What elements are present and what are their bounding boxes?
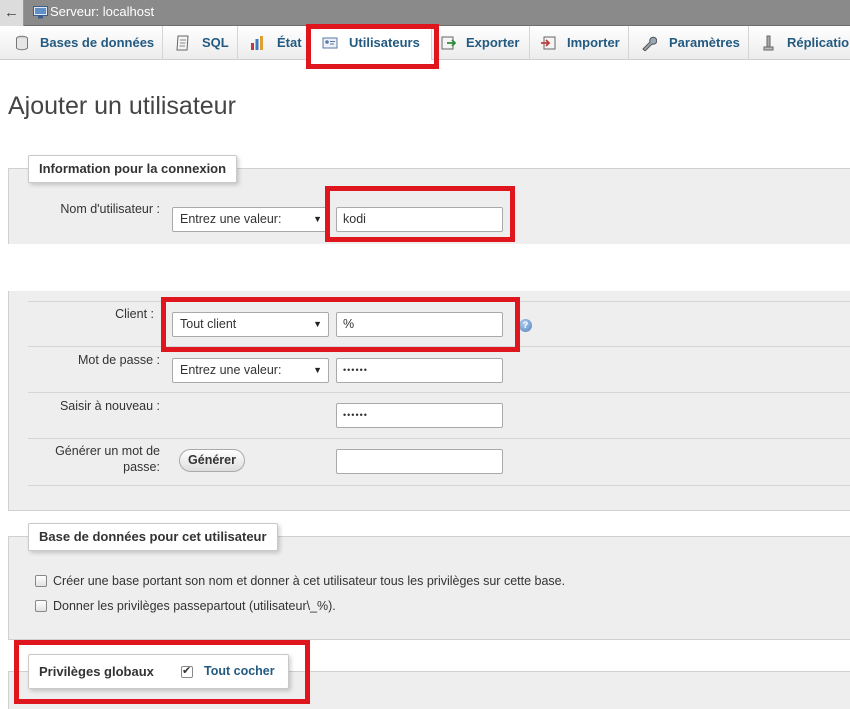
password-input[interactable]: ••••••: [336, 358, 503, 383]
database-legend: Base de données pour cet utilisateur: [28, 523, 278, 551]
check-all-checkbox[interactable]: [181, 664, 193, 678]
tab-export[interactable]: Exporter: [432, 26, 530, 60]
tab-label: Paramètres: [669, 35, 740, 50]
username-mode-select[interactable]: Entrez une valeur: ▼: [172, 207, 329, 232]
tab-status[interactable]: État: [238, 26, 311, 60]
tab-label: État: [277, 35, 302, 50]
username-label: Nom d'utilisateur :: [60, 202, 160, 216]
generate-password-button[interactable]: Générer: [179, 449, 245, 472]
tab-replication[interactable]: Réplication: [749, 26, 850, 60]
retype-label: Saisir à nouveau :: [59, 399, 160, 413]
select-value: Tout client: [180, 317, 237, 331]
tab-label: Exporter: [466, 35, 520, 50]
row-divider: [28, 392, 850, 393]
row-divider: [28, 438, 850, 439]
help-icon[interactable]: ?: [519, 319, 532, 332]
generate-label-line2: passe:: [123, 460, 160, 474]
database-fieldset: [8, 536, 850, 640]
server-icon: [33, 6, 48, 19]
tab-sql[interactable]: SQL: [163, 26, 238, 60]
login-legend: Information pour la connexion: [28, 155, 238, 183]
check-all-label[interactable]: Tout cocher: [204, 664, 275, 678]
retype-password-input[interactable]: ••••••: [336, 403, 503, 428]
tab-label: Utilisateurs: [349, 35, 420, 50]
generate-label-line1: Générer un mot de: [55, 444, 160, 458]
select-value: Entrez une valeur:: [180, 363, 282, 377]
wildcard-privileges-checkbox[interactable]: [35, 600, 47, 612]
select-value: Entrez une valeur:: [180, 212, 282, 226]
tab-label: SQL: [202, 35, 229, 50]
sql-icon: [176, 35, 189, 51]
username-input[interactable]: kodi: [336, 207, 503, 232]
wildcard-privileges-label: Donner les privilèges passepartout (util…: [53, 599, 336, 613]
tab-import[interactable]: Importer: [530, 26, 629, 60]
client-label: Client :: [115, 307, 154, 321]
password-label: Mot de passe :: [78, 353, 160, 367]
tab-settings[interactable]: Paramètres: [629, 26, 749, 60]
client-mode-select[interactable]: Tout client ▼: [172, 312, 329, 337]
generated-password-input[interactable]: [336, 449, 503, 474]
replication-icon: [763, 35, 774, 51]
generate-label: Générer un mot de passe:: [20, 443, 160, 475]
server-bar: ← Serveur: localhost: [0, 0, 850, 26]
dropdown-arrow-icon: ▼: [313, 319, 322, 329]
client-input[interactable]: %: [336, 312, 503, 337]
create-database-checkbox[interactable]: [35, 575, 47, 587]
tab-label: Bases de données: [40, 35, 155, 50]
tab-users[interactable]: Utilisateurs: [311, 26, 432, 60]
import-icon: [541, 36, 556, 50]
row-divider: [28, 346, 850, 347]
privileges-legend-label: Privilèges globaux: [39, 664, 154, 679]
dropdown-arrow-icon: ▼: [313, 214, 322, 224]
back-arrow-icon[interactable]: ←: [0, 0, 24, 26]
dropdown-arrow-icon: ▼: [313, 365, 322, 375]
tab-databases[interactable]: Bases de données: [0, 26, 163, 60]
export-icon: [441, 36, 457, 50]
wrench-icon: [642, 36, 657, 51]
password-mode-select[interactable]: Entrez une valeur: ▼: [172, 358, 329, 383]
status-icon: [251, 36, 263, 50]
main-tab-bar: Bases de données SQL État Utilisateurs E…: [0, 26, 850, 60]
create-database-label: Créer une base portant son nom et donner…: [53, 574, 566, 588]
users-icon: [322, 37, 338, 49]
page-title: Ajouter un utilisateur: [8, 92, 236, 120]
tab-label: Importer: [567, 35, 620, 50]
server-title[interactable]: Serveur: localhost: [50, 4, 154, 19]
row-divider: [28, 485, 850, 486]
database-icon: [16, 35, 28, 51]
row-divider: [28, 301, 850, 302]
tab-label: Réplication: [787, 35, 850, 50]
